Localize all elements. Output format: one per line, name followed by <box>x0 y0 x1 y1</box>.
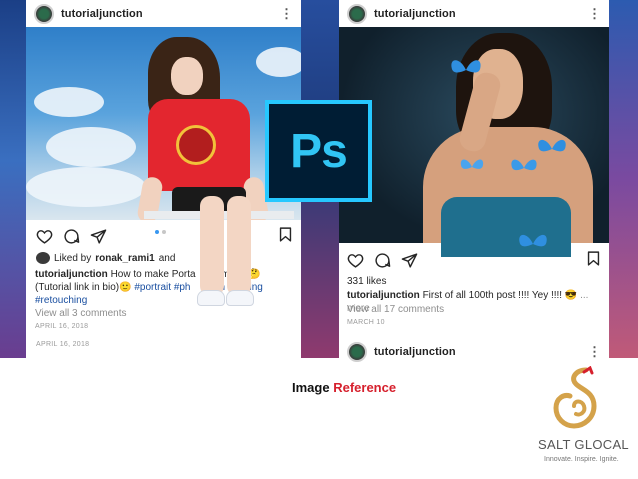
butterfly-icon <box>538 139 566 152</box>
heart-icon[interactable] <box>36 228 53 245</box>
view-all-comments-link[interactable]: View all 17 comments <box>347 304 444 315</box>
caption-text: How to make Porta <box>110 269 196 280</box>
bookmark-icon[interactable] <box>277 226 294 243</box>
image-reference-label-accent: Reference <box>333 380 397 395</box>
post-username[interactable]: tutorialjunction <box>374 8 456 20</box>
cloud <box>256 47 301 77</box>
subject-face <box>171 57 203 95</box>
post-header: tutorialjunction ⋮ <box>339 0 609 27</box>
instagram-post-right: tutorialjunction ⋮ 331 likes tutorialjun… <box>339 0 609 362</box>
likes-count-text[interactable]: 331 likes <box>347 276 386 287</box>
caption-username[interactable]: tutorialjunction <box>35 269 108 280</box>
hashtag-link[interactable]: #portrait <box>134 282 171 293</box>
instagram-post-left: tutorialjunction ⋮ Liked by ronak_rami1 <box>26 0 301 358</box>
post-username[interactable]: tutorialjunction <box>374 346 456 358</box>
caption-text: First of all 100th post !!!! Yey !!!! 😎 <box>422 290 578 301</box>
subject-legs <box>197 196 254 306</box>
photoshop-logo-text: Ps <box>269 104 368 198</box>
more-vertical-icon[interactable]: ⋮ <box>588 345 601 358</box>
post-photo[interactable] <box>339 27 609 257</box>
hashtag-link[interactable]: #ph <box>174 282 191 293</box>
post-actions <box>36 228 107 245</box>
heart-icon[interactable] <box>347 252 364 269</box>
post-username[interactable]: tutorialjunction <box>61 8 143 20</box>
liked-by-suffix: and <box>158 252 176 264</box>
carousel-dot-active <box>155 230 159 234</box>
salt-glocal-logo-icon <box>553 366 597 429</box>
background-strip-right <box>608 0 638 358</box>
avatar[interactable] <box>347 3 367 24</box>
send-icon[interactable] <box>401 252 418 269</box>
caption-username[interactable]: tutorialjunction <box>347 290 420 301</box>
butterfly-icon <box>460 159 484 169</box>
subject-dress <box>441 197 571 257</box>
post-photo[interactable] <box>26 27 301 220</box>
butterfly-icon <box>451 60 481 73</box>
view-all-comments-link[interactable]: View all 3 comments <box>35 308 127 319</box>
post-actions <box>347 252 418 269</box>
photoshop-logo: Ps <box>265 100 372 202</box>
post-date: APRIL 16, 2018 <box>36 341 90 348</box>
avatar[interactable] <box>34 3 54 24</box>
bookmark-icon[interactable] <box>585 250 602 267</box>
liked-by-prefix: Liked by <box>54 252 92 264</box>
more-vertical-icon[interactable]: ⋮ <box>280 7 293 20</box>
more-vertical-icon[interactable]: ⋮ <box>588 7 601 20</box>
post-date: MARCH 10 <box>347 319 385 326</box>
send-icon[interactable] <box>90 228 107 245</box>
subject-leg <box>227 196 251 296</box>
liked-by-line: Liked by ronak_rami1 and ot <box>36 252 210 264</box>
subject-shoe <box>197 290 225 306</box>
subject-shoe <box>226 290 254 306</box>
carousel-dot <box>162 230 166 234</box>
butterfly-icon <box>519 234 547 247</box>
shirt-emblem <box>176 125 216 165</box>
carousel-indicator <box>155 230 166 234</box>
cloud <box>34 87 104 117</box>
subject-leg <box>200 196 224 296</box>
cloud <box>46 127 136 167</box>
liker-avatar <box>36 252 50 264</box>
caption-text: (Tutorial link in bio)🙂 <box>35 282 132 293</box>
butterfly-icon <box>511 159 537 171</box>
brand-tagline: Innovate. Inspire. Ignite. <box>544 456 619 463</box>
image-reference-label-prefix: Image <box>292 380 330 395</box>
brand-name: SALT GLOCAL <box>538 437 629 452</box>
comment-icon[interactable] <box>63 228 80 245</box>
cloud <box>26 167 146 207</box>
next-post-header: tutorialjunction ⋮ <box>339 338 609 365</box>
image-reference-label: Image Reference <box>292 380 396 395</box>
avatar[interactable] <box>347 341 367 362</box>
liked-by-user[interactable]: ronak_rami1 <box>95 253 154 264</box>
hashtag-link[interactable]: #retouching <box>35 295 87 306</box>
post-header: tutorialjunction ⋮ <box>26 0 301 27</box>
comment-icon[interactable] <box>374 252 391 269</box>
likes-count: 331 likes <box>347 275 605 288</box>
post-date: APRIL 16, 2018 <box>35 323 89 330</box>
post-caption: tutorialjunction How to make Porta ramat… <box>35 268 293 307</box>
